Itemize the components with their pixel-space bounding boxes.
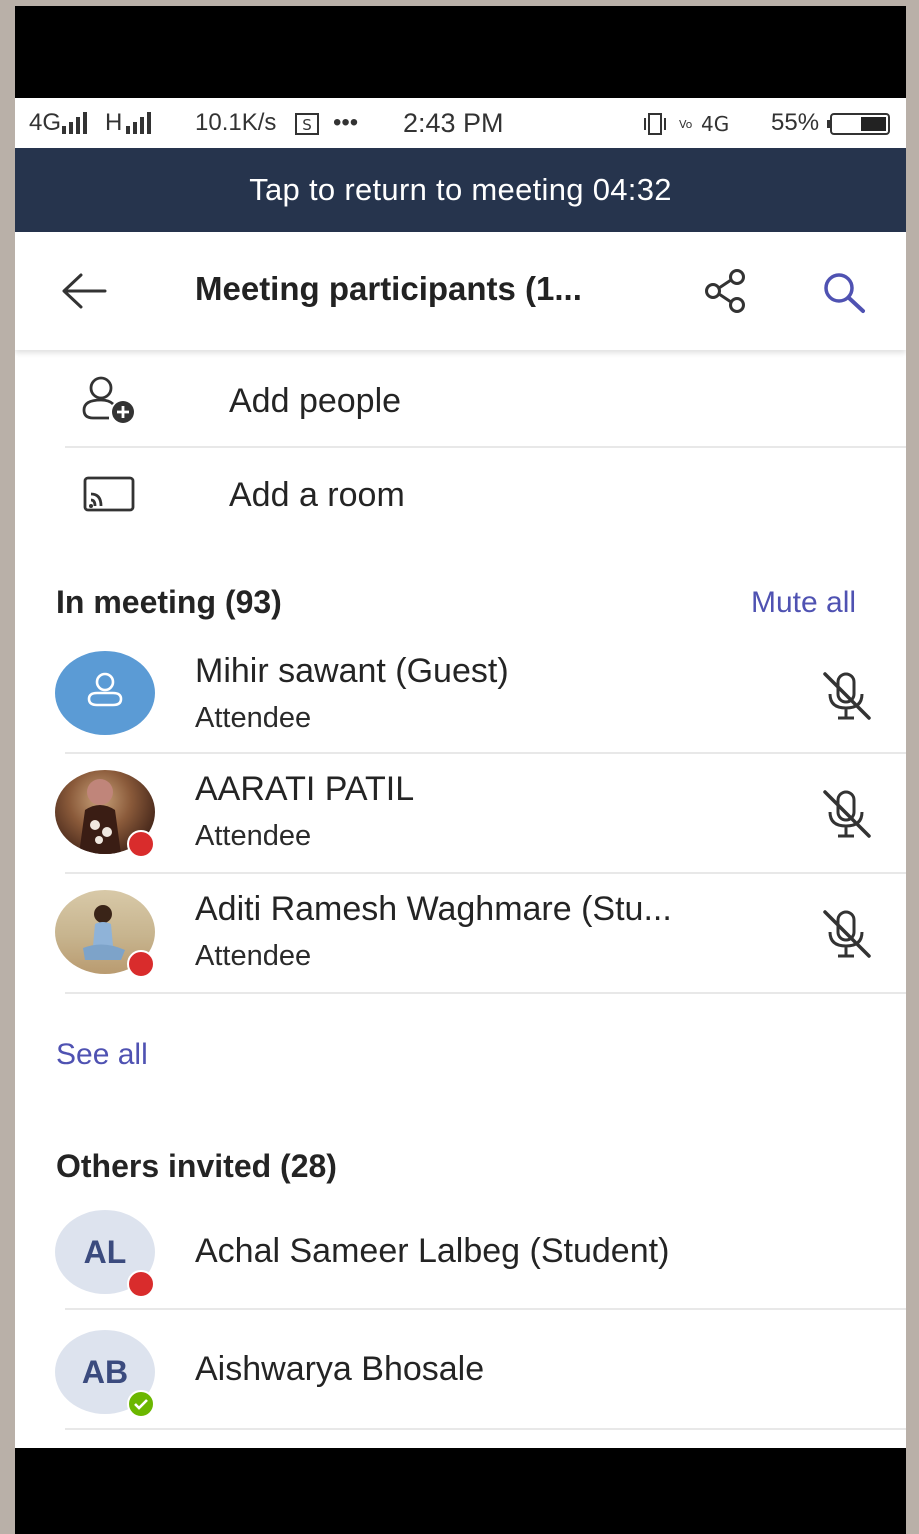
participant-row[interactable]: AARATI PATIL Attendee <box>15 754 906 872</box>
battery-icon <box>827 113 890 135</box>
share-icon[interactable] <box>703 268 749 314</box>
add-person-icon <box>82 376 134 423</box>
presence-busy-icon <box>127 830 155 858</box>
participant-row[interactable]: Aditi Ramesh Waghmare (Stu... Attendee <box>15 874 906 992</box>
mute-all-button[interactable]: Mute all <box>751 586 856 620</box>
avatar: AL <box>55 1210 155 1298</box>
add-room-row[interactable]: Add a room <box>15 448 906 542</box>
signal-icon <box>126 112 151 134</box>
presence-busy-icon <box>127 950 155 978</box>
divider <box>65 1428 906 1430</box>
network-h-label: H <box>105 109 123 136</box>
participant-name: AARATI PATIL <box>195 770 415 808</box>
svg-text:4G: 4G <box>701 112 729 136</box>
mic-off-icon[interactable] <box>819 670 875 722</box>
battery-percent: 55% <box>771 109 820 136</box>
top-app-bar: Meeting participants (1... <box>15 232 906 350</box>
banner-text: Tap to return to meeting 04:32 <box>249 172 672 207</box>
divider <box>65 992 906 994</box>
participant-row[interactable]: Mihir sawant (Guest) Attendee <box>15 640 906 752</box>
avatar <box>55 890 155 978</box>
add-people-label: Add people <box>229 382 402 420</box>
svg-text:Vo: Vo <box>679 118 693 131</box>
invited-person-name: Aishwarya Bhosale <box>195 1350 485 1388</box>
invited-person-row[interactable]: AL Achal Sameer Lalbeg (Student) <box>15 1190 906 1308</box>
mic-off-icon[interactable] <box>819 788 875 840</box>
presence-busy-icon <box>127 1270 155 1298</box>
arrow-left-icon[interactable] <box>59 272 107 310</box>
return-to-meeting-banner[interactable]: Tap to return to meeting 04:32 <box>15 148 906 232</box>
participant-role: Attendee <box>195 702 312 734</box>
clock: 2:43 PM <box>403 108 504 138</box>
data-speed: 10.1K/s <box>195 109 277 136</box>
phone-frame: 4G H 10.1K/s S ••• 2:43 PM Vo 4G 55% Tap… <box>15 6 906 1534</box>
svg-text:S: S <box>302 116 312 134</box>
see-all-link[interactable]: See all <box>56 1038 148 1072</box>
participant-name: Aditi Ramesh Waghmare (Stu... <box>195 890 672 928</box>
page-title: Meeting participants (1... <box>195 270 582 307</box>
participant-role: Attendee <box>195 820 312 852</box>
search-icon[interactable] <box>821 270 867 314</box>
signal-icon <box>62 112 87 134</box>
screenshot-icon: S <box>295 113 319 135</box>
avatar: AB <box>55 1330 155 1418</box>
participant-role: Attendee <box>195 940 312 972</box>
more-notifications: ••• <box>333 109 359 136</box>
mic-off-icon[interactable] <box>819 908 875 960</box>
avatar <box>55 651 155 735</box>
in-meeting-heading: In meeting (93) <box>56 584 282 620</box>
guest-person-icon <box>87 672 123 707</box>
presence-available-icon <box>127 1390 155 1418</box>
add-room-label: Add a room <box>229 476 405 514</box>
others-invited-heading: Others invited (28) <box>56 1148 337 1184</box>
status-bar: 4G H 10.1K/s S ••• 2:43 PM Vo 4G 55% <box>15 98 906 148</box>
network-type-label: 4G <box>29 109 62 136</box>
cast-room-icon <box>83 476 135 512</box>
participant-name: Mihir sawant (Guest) <box>195 652 509 690</box>
avatar <box>55 770 155 858</box>
invited-person-name: Achal Sameer Lalbeg (Student) <box>195 1232 670 1270</box>
invited-person-row[interactable]: AB Aishwarya Bhosale <box>15 1310 906 1428</box>
add-people-row[interactable]: Add people <box>15 354 906 446</box>
screen: 4G H 10.1K/s S ••• 2:43 PM Vo 4G 55% Tap… <box>15 98 906 1448</box>
vibrate-volte-icon: Vo 4G <box>644 112 729 136</box>
